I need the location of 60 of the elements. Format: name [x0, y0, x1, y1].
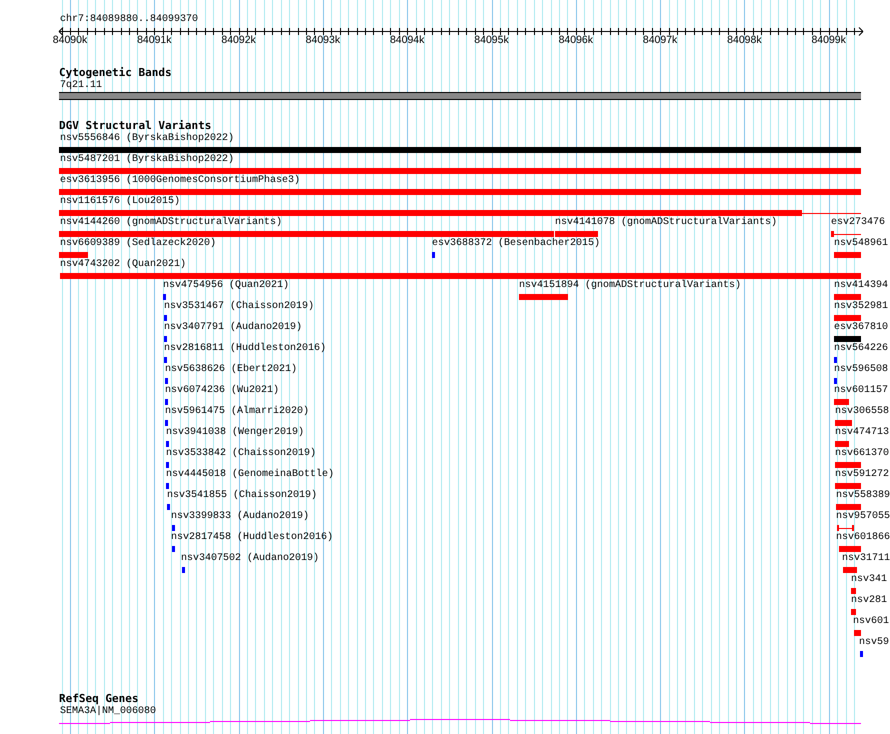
variant-label: nsv3399833 (Audano2019)	[171, 511, 310, 523]
tick-label: 84090k	[52, 34, 88, 46]
tick-label: 84097k	[642, 34, 678, 46]
variant-label: nsv281	[851, 595, 888, 607]
track-title: DGV Structural Variants	[59, 120, 212, 132]
variant-label: nsv4754956 (Quan2021)	[163, 280, 290, 292]
variant-label: nsv558389	[836, 490, 890, 502]
variant-label: esv367810	[834, 322, 888, 334]
variant-label: nsv5638626 (Ebert2021)	[165, 364, 298, 376]
variant-label: nsv3533842 (Chaisson2019)	[166, 448, 316, 460]
variant-label: nsv414394	[834, 280, 888, 292]
variant-label: nsv3407502 (Audano2019)	[181, 553, 320, 565]
gene-label: SEMA3A|NM_006080	[60, 706, 156, 718]
variant-label: esv3688372 (Besenbacher2015)	[432, 238, 600, 250]
variant-label: esv273476	[831, 217, 886, 229]
tick-label: 84098k	[726, 34, 763, 46]
variant-label: nsv31711	[842, 553, 890, 565]
variant-label: nsv601	[853, 616, 890, 628]
tick-label: 84096k	[558, 34, 594, 46]
variant-label: nsv5556846 (ByrskaBishop2022)	[60, 133, 234, 145]
variant-label: nsv4743202 (Quan2021)	[60, 259, 186, 271]
tick-label: 84093k	[304, 34, 342, 46]
band-label: 7q21.11	[60, 80, 102, 92]
variant-label: nsv59	[859, 637, 890, 649]
variant-label: nsv3541855 (Chaisson2019)	[167, 490, 318, 502]
variant-label: nsv661370	[835, 448, 890, 460]
variant-label: nsv4141078 (gnomADStructuralVariants)	[555, 217, 778, 229]
variant-label: nsv4151894 (gnomADStructuralVariants)	[519, 280, 742, 292]
tick-label: 84094k	[388, 34, 426, 46]
variant-label: nsv596508	[834, 364, 888, 376]
variant-label: nsv3941038 (Wenger2019)	[166, 427, 304, 439]
variant-label: nsv474713	[835, 427, 890, 439]
tick-label: 84095k	[473, 34, 510, 46]
variant-label: nsv4445018 (GenomeinaBottle)	[166, 469, 334, 481]
variant-label: nsv6609389 (Sedlazeck2020)	[60, 238, 216, 250]
variant-label: nsv591272	[835, 469, 890, 481]
variant-label: nsv4144260 (gnomADStructuralVariants)	[60, 217, 282, 229]
tick-label: 84092k	[220, 34, 257, 46]
variant-label: nsv2816811 (Huddleston2016)	[164, 343, 326, 355]
location-label: chr7:84089880..84099370	[60, 14, 198, 26]
variant-label: nsv601866	[836, 532, 890, 544]
variant-label: nsv564226	[834, 343, 888, 355]
variant-label: nsv5487201 (ByrskaBishop2022)	[60, 154, 234, 166]
variant-label: nsv5961475 (Almarri2020)	[165, 406, 310, 418]
variant-label: nsv1161576 (Lou2015)	[60, 196, 180, 208]
variant-label: nsv3407791 (Audano2019)	[164, 322, 302, 334]
variant-label: nsv601157	[834, 385, 888, 397]
variant-label: nsv341	[851, 574, 888, 586]
variant-label: nsv306558	[835, 406, 890, 418]
variant-label: nsv6074236 (Wu2021)	[165, 385, 280, 397]
variant-label: nsv957055	[836, 511, 890, 523]
tick-label: 84091k	[136, 34, 173, 46]
variant-label: nsv3531467 (Chaisson2019)	[164, 301, 314, 313]
variant-label: esv3613956 (1000GenomesConsortiumPhase3)	[60, 175, 300, 187]
tick-label: 84099k	[810, 34, 847, 46]
track-title: RefSeq Genes	[59, 693, 138, 705]
variant-label: nsv548961	[834, 238, 888, 250]
track-title: Cytogenetic Bands	[59, 67, 172, 79]
variant-label: nsv2817458 (Huddleston2016)	[171, 532, 334, 544]
variant-label: nsv352981	[834, 301, 888, 313]
